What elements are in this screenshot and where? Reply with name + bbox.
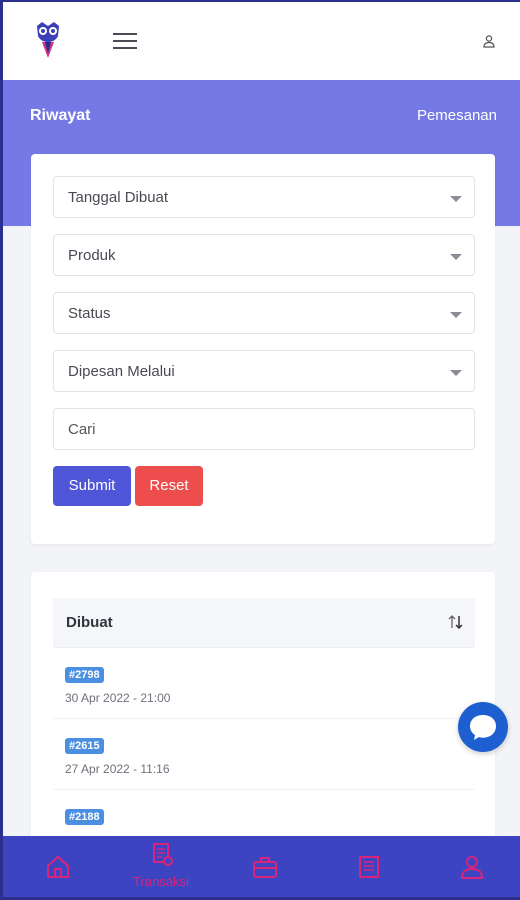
created-date-select[interactable]: Tanggal Dibuat [53,176,475,218]
order-id-badge: #2615 [65,738,104,754]
caret-down-icon [450,312,462,318]
order-id-badge: #2188 [65,809,104,825]
sort-arrows-icon[interactable] [447,614,465,630]
page-title: Riwayat [30,107,91,124]
column-header-created: Dibuat [66,614,113,631]
hamburger-icon[interactable] [113,33,137,51]
app-frame: Riwayat Pemesanan Tanggal Dibuat Produk … [0,0,520,900]
owl-logo-icon[interactable] [33,20,63,60]
ordered-via-label: Dipesan Melalui [68,363,175,380]
table-row[interactable]: #2615 27 Apr 2022 - 11:16 [53,720,475,790]
caret-down-icon [450,370,462,376]
orders-link[interactable]: Pemesanan [417,107,497,124]
caret-down-icon [450,254,462,260]
submit-button[interactable]: Submit [53,466,131,506]
nav-transaction-label: Transaksi [133,874,189,889]
status-label: Status [68,305,111,322]
orders-table-card: Dibuat #2798 30 Apr 2022 - 21:00 #2615 2… [31,572,495,862]
filter-card: Tanggal Dibuat Produk Status Dipesan Mel… [31,154,495,544]
created-date-label: Tanggal Dibuat [68,189,169,206]
order-id-badge: #2798 [65,667,104,683]
transaction-icon [153,843,173,866]
profile-icon [460,856,484,879]
order-date: 30 Apr 2022 - 21:00 [65,691,171,705]
bottom-navigation: Transaksi [3,836,520,897]
search-field[interactable] [53,408,475,450]
home-icon [47,855,69,878]
nav-home[interactable] [17,836,97,897]
product-label: Produk [68,247,116,264]
briefcase-icon [253,857,277,878]
chat-bubble-icon [470,715,496,740]
reset-button[interactable]: Reset [135,466,203,506]
nav-profile[interactable] [431,836,511,897]
document-icon [359,856,379,878]
nav-document[interactable] [328,836,408,897]
user-icon[interactable] [482,34,496,48]
status-select[interactable]: Status [53,292,475,334]
nav-briefcase[interactable] [224,836,304,897]
table-row[interactable]: #2798 30 Apr 2022 - 21:00 [53,649,475,719]
nav-transaction[interactable]: Transaksi [121,836,201,897]
table-header: Dibuat [53,598,475,648]
search-input[interactable] [54,409,474,449]
order-date: 27 Apr 2022 - 11:16 [65,762,170,776]
ordered-via-select[interactable]: Dipesan Melalui [53,350,475,392]
product-select[interactable]: Produk [53,234,475,276]
chat-button[interactable] [458,702,508,752]
caret-down-icon [450,196,462,202]
top-bar [3,2,520,80]
